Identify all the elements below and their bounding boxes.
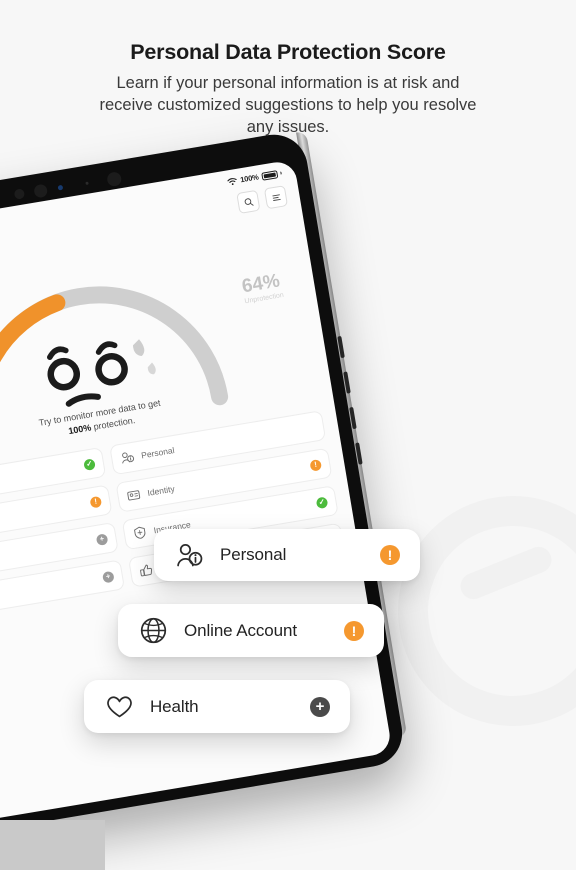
menu-icon [270,191,282,203]
page-subtitle: Learn if your personal information is at… [88,73,488,139]
header: Personal Data Protection Score Learn if … [0,40,576,139]
id-card-icon [126,487,142,503]
battery-tip [280,171,282,175]
sensor-icon [85,181,88,184]
card-label: Online Account [184,621,344,641]
tablet-stage: 100% [0,170,375,870]
tablet-base-shadow [0,820,105,870]
heart-icon [104,692,134,721]
card-label: Personal [220,545,380,565]
camera-lens-icon [33,183,48,198]
background-watermark-circle [398,496,576,726]
thumbs-up-icon [138,562,154,578]
status-badge: ✓ [83,458,96,471]
battery-full-icon [261,170,278,181]
card-label: Health [150,697,310,717]
add-badge[interactable]: + [310,697,330,717]
list-item-label: Identity [147,462,304,498]
camera-lens-icon [14,188,26,200]
person-info-icon [119,450,135,466]
search-icon [243,196,255,208]
page-title: Personal Data Protection Score [0,40,576,66]
status-badge: ! [89,495,102,508]
screen-toolbar [236,185,288,214]
status-badge: + [96,533,109,546]
status-badge: ! [309,459,322,472]
list-item[interactable]: + [0,559,125,624]
unprotection-score: 64% Unprotection [241,271,285,305]
floating-card-health[interactable]: Health + [84,680,350,733]
tablet-device: 100% [0,130,407,842]
person-info-icon [174,541,204,570]
menu-button[interactable] [264,185,288,209]
floating-card-personal[interactable]: Personal ! [154,529,420,581]
screen-list-left-column: ✓ ! + + [0,447,125,625]
camera-lens-icon [106,171,122,187]
worried-face-icon [47,334,159,406]
status-badge: + [102,570,115,583]
status-bar: 100% [227,169,283,187]
status-badge: ✓ [316,496,329,509]
wifi-icon [227,176,238,186]
tablet-bezel: 100% [0,130,407,842]
sensor-icon [58,185,64,191]
battery-percent-label: 100% [240,172,260,184]
globe-icon [138,616,168,645]
shield-icon [132,525,148,541]
floating-card-online-account[interactable]: Online Account ! [118,604,384,657]
gauge-tip-bold: 100% [68,423,92,437]
warning-badge[interactable]: ! [380,545,400,565]
warning-badge[interactable]: ! [344,621,364,641]
search-button[interactable] [236,190,260,214]
